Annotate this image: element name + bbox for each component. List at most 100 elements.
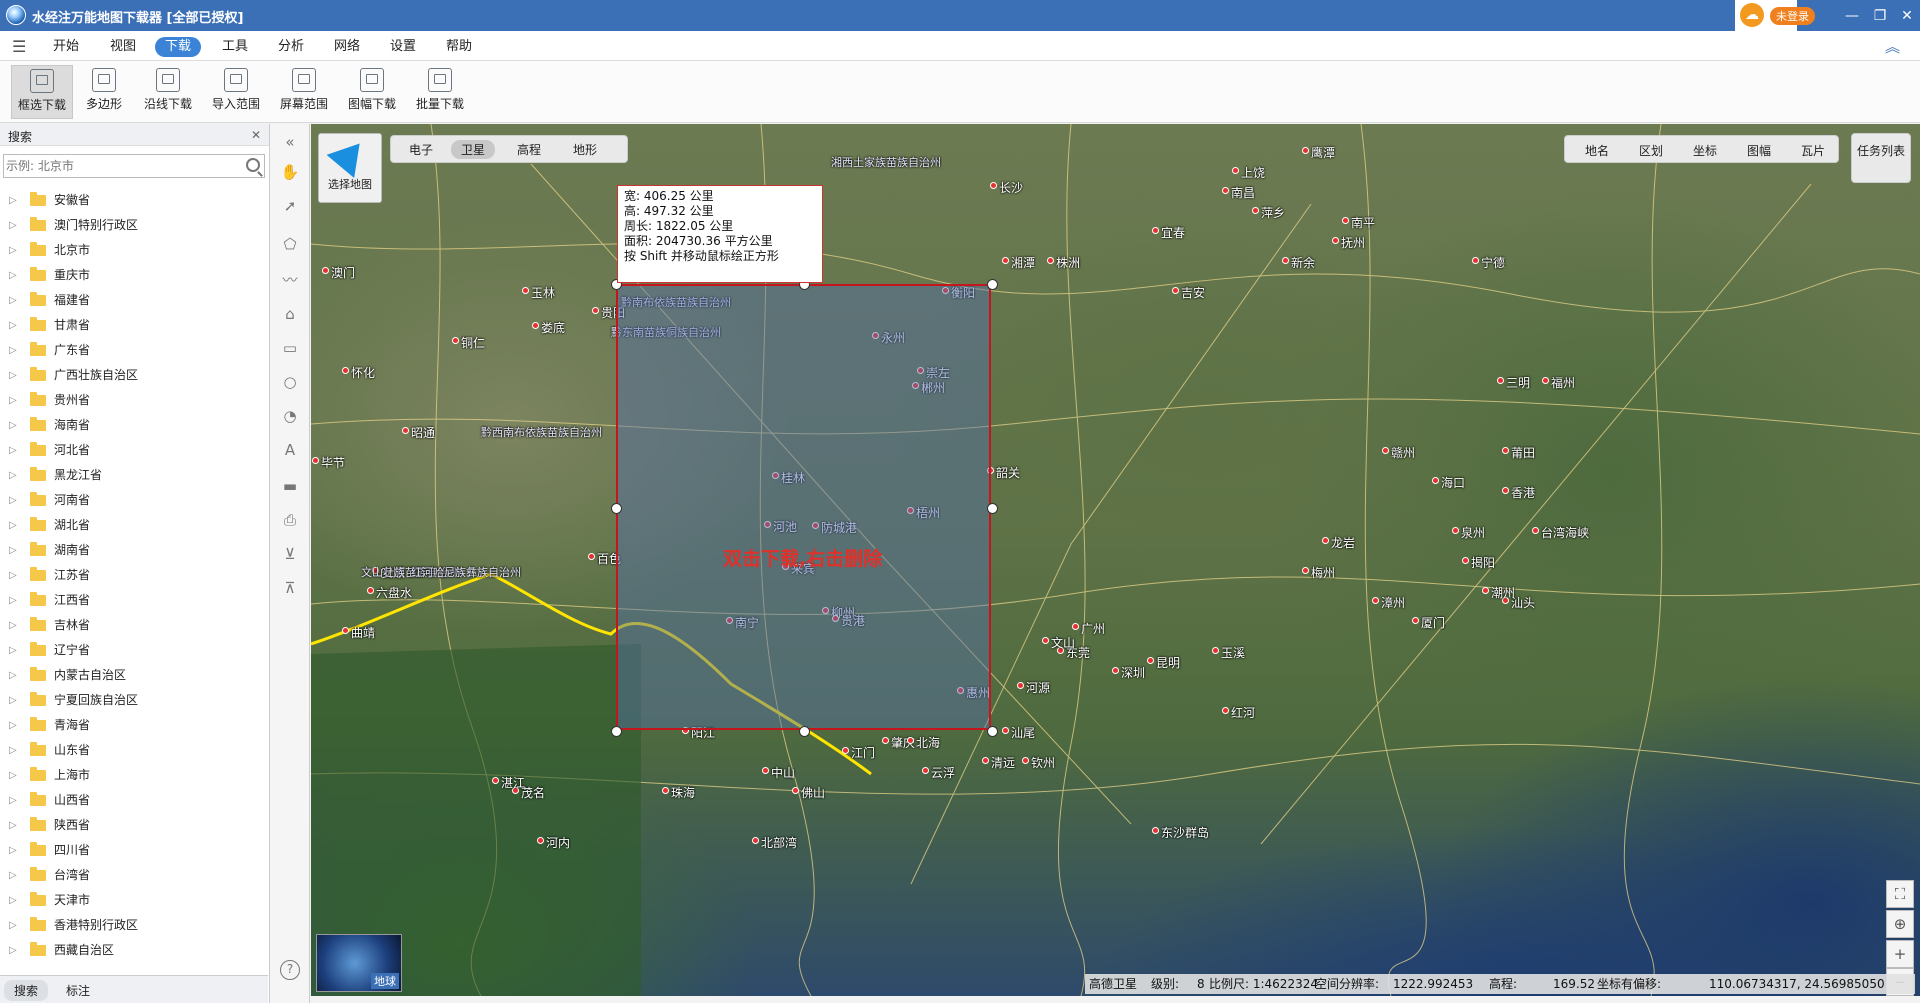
- tab-map-elevation[interactable]: 高程: [507, 140, 551, 159]
- layer-tiles[interactable]: 瓦片: [1801, 142, 1825, 159]
- tree-item[interactable]: ▷ 天津市: [0, 888, 268, 913]
- tree-item[interactable]: ▷ 吉林省: [0, 613, 268, 638]
- save-icon[interactable]: ⊻: [280, 544, 300, 564]
- resize-handle-b[interactable]: [799, 726, 810, 737]
- expand-arrow-icon[interactable]: ▷: [9, 463, 17, 488]
- draw-rectangle-icon[interactable]: ▭: [280, 338, 300, 358]
- draw-sector-icon[interactable]: ◔: [280, 406, 300, 426]
- tab-annotation[interactable]: 标注: [56, 980, 100, 1001]
- hamburger-menu-icon[interactable]: ☰: [12, 37, 26, 56]
- menu-analysis[interactable]: 分析: [268, 37, 314, 57]
- tree-item[interactable]: ▷ 山西省: [0, 788, 268, 813]
- tab-map-terrain[interactable]: 地形: [563, 140, 607, 159]
- tree-item[interactable]: ▷ 贵州省: [0, 388, 268, 413]
- login-badge[interactable]: 未登录: [1770, 7, 1815, 25]
- tree-item[interactable]: ▷ 黑龙江省: [0, 463, 268, 488]
- resize-handle-r[interactable]: [987, 503, 998, 514]
- line-download-button[interactable]: 沿线下载: [138, 65, 198, 119]
- map-view[interactable]: 选择地图 电子 卫星 高程 地形 地名 区划 坐标 图幅 瓦片 任务列表 贵阳南…: [311, 124, 1920, 996]
- expand-arrow-icon[interactable]: ▷: [9, 613, 17, 638]
- fullscreen-icon[interactable]: ⛶: [1886, 880, 1914, 908]
- expand-arrow-icon[interactable]: ▷: [9, 438, 17, 463]
- pan-hand-icon[interactable]: ✋: [280, 162, 300, 182]
- menu-view[interactable]: 视图: [100, 37, 146, 57]
- collapse-ribbon-icon[interactable]: ︽: [1885, 36, 1900, 57]
- expand-arrow-icon[interactable]: ▷: [9, 713, 17, 738]
- selection-rectangle[interactable]: [616, 284, 991, 730]
- task-list-button[interactable]: 任务列表: [1851, 133, 1911, 183]
- tree-item[interactable]: ▷ 江西省: [0, 588, 268, 613]
- expand-arrow-icon[interactable]: ▷: [9, 813, 17, 838]
- expand-arrow-icon[interactable]: ▷: [9, 788, 17, 813]
- tree-item[interactable]: ▷ 甘肃省: [0, 313, 268, 338]
- tree-item[interactable]: ▷ 江苏省: [0, 563, 268, 588]
- menu-network[interactable]: 网络: [324, 37, 370, 57]
- draw-circle-icon[interactable]: ○: [280, 372, 300, 392]
- expand-arrow-icon[interactable]: ▷: [9, 763, 17, 788]
- search-box[interactable]: [3, 154, 265, 178]
- tree-item[interactable]: ▷ 青海省: [0, 713, 268, 738]
- minimize-button[interactable]: —: [1838, 6, 1866, 26]
- menu-settings[interactable]: 设置: [380, 37, 426, 57]
- expand-arrow-icon[interactable]: ▷: [9, 263, 17, 288]
- add-text-icon[interactable]: A: [280, 440, 300, 460]
- tree-item[interactable]: ▷ 山东省: [0, 738, 268, 763]
- expand-arrow-icon[interactable]: ▷: [9, 338, 17, 363]
- polygon-download-button[interactable]: 多边形: [78, 65, 130, 119]
- tree-item[interactable]: ▷ 北京市: [0, 238, 268, 263]
- tree-item[interactable]: ▷ 台湾省: [0, 863, 268, 888]
- expand-arrow-icon[interactable]: ▷: [9, 538, 17, 563]
- search-icon[interactable]: [246, 158, 260, 172]
- menu-help[interactable]: 帮助: [436, 37, 482, 57]
- expand-arrow-icon[interactable]: ▷: [9, 363, 17, 388]
- layer-boundaries[interactable]: 区划: [1639, 142, 1663, 159]
- menu-tools[interactable]: 工具: [212, 37, 258, 57]
- globe-overview[interactable]: 地球: [316, 934, 402, 992]
- user-avatar-icon[interactable]: ☁: [1740, 3, 1764, 27]
- resize-handle-l[interactable]: [611, 503, 622, 514]
- tree-item[interactable]: ▷ 湖北省: [0, 513, 268, 538]
- expand-arrow-icon[interactable]: ▷: [9, 513, 17, 538]
- print-icon[interactable]: ⎙: [280, 510, 300, 530]
- expand-arrow-icon[interactable]: ▷: [9, 913, 17, 938]
- close-button[interactable]: ✕: [1893, 6, 1920, 26]
- expand-arrow-icon[interactable]: ▷: [9, 688, 17, 713]
- expand-arrow-icon[interactable]: ▷: [9, 888, 17, 913]
- tree-item[interactable]: ▷ 澳门特别行政区: [0, 213, 268, 238]
- menu-download[interactable]: 下载: [155, 37, 202, 57]
- layer-sheets[interactable]: 图幅: [1747, 142, 1771, 159]
- expand-arrow-icon[interactable]: ▷: [9, 738, 17, 763]
- layer-coordinates[interactable]: 坐标: [1693, 142, 1717, 159]
- tree-item[interactable]: ▷ 辽宁省: [0, 638, 268, 663]
- sheet-download-button[interactable]: 图幅下载: [342, 65, 402, 119]
- expand-arrow-icon[interactable]: ▷: [9, 938, 17, 963]
- tree-item[interactable]: ▷ 河北省: [0, 438, 268, 463]
- screen-range-button[interactable]: 屏幕范围: [274, 65, 334, 119]
- tab-map-electronic[interactable]: 电子: [399, 140, 443, 159]
- tree-item[interactable]: ▷ 福建省: [0, 288, 268, 313]
- tree-item[interactable]: ▷ 上海市: [0, 763, 268, 788]
- expand-arrow-icon[interactable]: ▷: [9, 388, 17, 413]
- rect-download-button[interactable]: 框选下载: [11, 65, 73, 119]
- tree-item[interactable]: ▷ 海南省: [0, 413, 268, 438]
- expand-arrow-icon[interactable]: ▷: [9, 288, 17, 313]
- expand-arrow-icon[interactable]: ▷: [9, 238, 17, 263]
- ruler-icon[interactable]: ▬: [280, 476, 300, 496]
- expand-arrow-icon[interactable]: ▷: [9, 313, 17, 338]
- tree-item[interactable]: ▷ 湖南省: [0, 538, 268, 563]
- select-map-button[interactable]: 选择地图: [318, 131, 382, 203]
- expand-arrow-icon[interactable]: ▷: [9, 188, 17, 213]
- expand-arrow-icon[interactable]: ▷: [9, 413, 17, 438]
- search-input[interactable]: [4, 155, 234, 177]
- layer-place-names[interactable]: 地名: [1585, 142, 1609, 159]
- expand-arrow-icon[interactable]: ▷: [9, 563, 17, 588]
- import-range-button[interactable]: 导入范围: [206, 65, 266, 119]
- expand-arrow-icon[interactable]: ▷: [9, 488, 17, 513]
- tree-item[interactable]: ▷ 西藏自治区: [0, 938, 268, 963]
- draw-line-icon[interactable]: 〰: [280, 270, 300, 290]
- expand-arrow-icon[interactable]: ▷: [9, 838, 17, 863]
- resize-handle-bl[interactable]: [611, 726, 622, 737]
- tree-item[interactable]: ▷ 广西壮族自治区: [0, 363, 268, 388]
- expand-arrow-icon[interactable]: ▷: [9, 213, 17, 238]
- expand-arrow-icon[interactable]: ▷: [9, 638, 17, 663]
